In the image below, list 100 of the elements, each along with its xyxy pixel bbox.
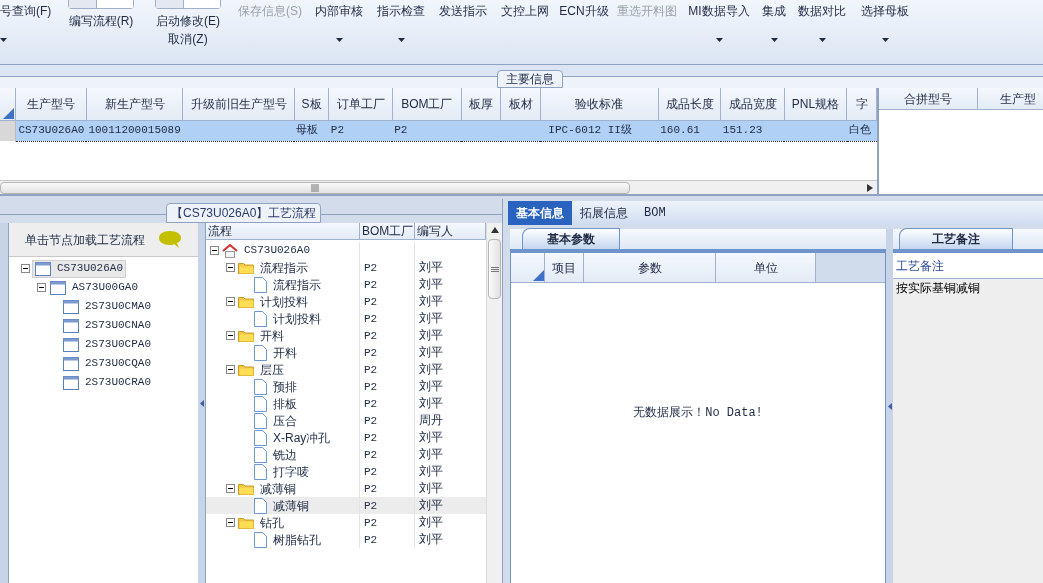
- tree-row[interactable]: 预排 P2 刘平: [206, 378, 486, 395]
- dropdown-caret-icon[interactable]: [881, 38, 889, 42]
- collapse-icon[interactable]: [226, 331, 235, 340]
- dropdown-caret-icon[interactable]: [770, 38, 778, 42]
- tree-item-label: 2S73U0CRA0: [85, 375, 151, 391]
- step-label: 流程指示: [273, 276, 321, 294]
- column-header[interactable]: 成品长度: [658, 88, 721, 120]
- column-header[interactable]: 生产型号: [15, 88, 87, 120]
- document-icon: [254, 310, 267, 327]
- document-icon: [254, 531, 267, 548]
- tree-row[interactable]: 排板 P2 刘平: [206, 395, 486, 412]
- tree-item[interactable]: 2S73U0CQA0: [61, 354, 153, 373]
- tab[interactable]: 拓展信息: [572, 201, 636, 225]
- tree-row[interactable]: 计划投料 P2 刘平: [206, 310, 486, 327]
- tree-item[interactable]: AS73U00GA0: [48, 278, 140, 297]
- document-icon: [254, 378, 267, 395]
- tree-item[interactable]: 2S73U0CNA0: [61, 316, 153, 335]
- ribbon-button[interactable]: 文控上网: [501, 3, 549, 19]
- collapse-icon[interactable]: [226, 365, 235, 374]
- collapse-icon[interactable]: [210, 246, 219, 255]
- column-header[interactable]: 流程: [206, 223, 360, 239]
- scroll-up-icon[interactable]: [490, 227, 499, 233]
- tree-item[interactable]: 2S73U0CRA0: [61, 373, 153, 392]
- dropdown-caret-icon[interactable]: [0, 38, 7, 42]
- column-header[interactable]: BOM工厂: [360, 223, 415, 239]
- table-cell: CS73U026A0: [18, 124, 85, 137]
- table-cell: 151.23: [722, 124, 763, 137]
- column-header[interactable]: 字: [846, 88, 877, 120]
- ribbon-button[interactable]: 集成: [762, 3, 786, 19]
- column-header[interactable]: S板: [294, 88, 329, 120]
- column-header[interactable]: 验收标准: [540, 88, 659, 120]
- tree-row[interactable]: 减薄铜 P2 刘平: [206, 497, 486, 514]
- table-cell: P2: [364, 279, 378, 291]
- window-icon: [35, 261, 51, 276]
- ribbon-button[interactable]: 数据对比: [798, 3, 846, 19]
- scrollbar-thumb[interactable]: [0, 181, 630, 194]
- ribbon-button[interactable]: 选择母板: [861, 3, 909, 19]
- table-cell: 刘平: [419, 277, 443, 291]
- collapse-icon[interactable]: [226, 263, 235, 272]
- table-cell: P2: [364, 296, 378, 308]
- column-header[interactable]: 板厚: [461, 88, 501, 120]
- home-icon: [222, 243, 238, 258]
- column-header[interactable]: BOM工厂: [392, 88, 462, 120]
- tree-item[interactable]: CS73U026A0: [32, 259, 126, 278]
- column-header[interactable]: 生产型: [978, 88, 1043, 109]
- ribbon-button[interactable]: 内部审核: [315, 3, 363, 19]
- collapse-icon[interactable]: [21, 264, 30, 273]
- ribbon-button[interactable]: MI数据导入: [688, 3, 750, 19]
- ribbon-button[interactable]: 启动修改(E): [156, 14, 220, 28]
- table-row[interactable]: CS73U026A0 10011200015089 母板 P2 P2 IPC-6012 II级 160.61 151.23 白色: [0, 120, 877, 141]
- tree-row[interactable]: 流程指示 P2 刘平: [206, 276, 486, 293]
- ribbon-button[interactable]: ECN升级: [559, 3, 609, 19]
- table-cell: 刘平: [419, 430, 443, 444]
- tree-item[interactable]: 2S73U0CMA0: [61, 297, 153, 316]
- collapse-icon[interactable]: [226, 484, 235, 493]
- toggle-switch[interactable]: [155, 0, 221, 9]
- collapse-icon[interactable]: [226, 297, 235, 306]
- ribbon-button[interactable]: 编写流程(R): [68, 14, 134, 28]
- column-header[interactable]: 合拼型号: [879, 88, 978, 109]
- section-tab[interactable]: 工艺备注: [899, 228, 1013, 249]
- dropdown-caret-icon[interactable]: [397, 38, 405, 42]
- column-header[interactable]: 成品宽度: [720, 88, 785, 120]
- ribbon-button[interactable]: 指示检查: [377, 3, 425, 19]
- tree-row[interactable]: 打字唛 P2 刘平: [206, 463, 486, 480]
- table-cell: 刘平: [419, 311, 443, 325]
- dropdown-caret-icon[interactable]: [818, 38, 826, 42]
- ribbon-button[interactable]: 号查询(F): [0, 3, 52, 19]
- tree-row[interactable]: 开料 P2 刘平: [206, 344, 486, 361]
- tree-row[interactable]: 铣边 P2 刘平: [206, 446, 486, 463]
- window-icon: [63, 318, 79, 333]
- table-cell: 刘平: [419, 532, 443, 546]
- ribbon-button[interactable]: 取消(Z): [168, 32, 208, 46]
- toggle-switch[interactable]: [68, 0, 134, 9]
- column-header[interactable]: 板材: [500, 88, 541, 120]
- tab[interactable]: 基本信息: [508, 201, 572, 225]
- vertical-scrollbar[interactable]: [486, 223, 502, 583]
- column-header[interactable]: 项目: [545, 253, 584, 282]
- ribbon-button[interactable]: 发送指示: [439, 3, 487, 19]
- tree-row[interactable]: 压合 P2 周丹: [206, 412, 486, 429]
- collapse-icon[interactable]: [226, 518, 235, 527]
- column-header[interactable]: 参数: [584, 253, 716, 282]
- table-cell: P2: [364, 534, 378, 546]
- collapse-icon[interactable]: [37, 283, 46, 292]
- column-header[interactable]: 订单工厂: [328, 88, 393, 120]
- table-cell: 刘平: [419, 464, 443, 478]
- column-header[interactable]: 新生产型号: [86, 88, 183, 120]
- tree-row[interactable]: 树脂钻孔 P2 刘平: [206, 531, 486, 548]
- tab[interactable]: BOM: [636, 201, 674, 225]
- horizontal-scrollbar[interactable]: [0, 180, 877, 194]
- scrollbar-thumb[interactable]: [488, 239, 501, 299]
- dropdown-caret-icon[interactable]: [335, 38, 343, 42]
- section-tab[interactable]: 基本参数: [522, 228, 620, 249]
- column-header[interactable]: PNL规格: [784, 88, 847, 120]
- scroll-right-icon[interactable]: [867, 183, 873, 192]
- column-header[interactable]: 升级前旧生产型号: [182, 88, 295, 120]
- document-icon: [254, 344, 267, 361]
- tree-item[interactable]: 2S73U0CPA0: [61, 335, 153, 354]
- tree-row[interactable]: X-Ray冲孔 P2 刘平: [206, 429, 486, 446]
- dropdown-caret-icon[interactable]: [715, 38, 723, 42]
- step-label: 流程指示: [260, 259, 308, 277]
